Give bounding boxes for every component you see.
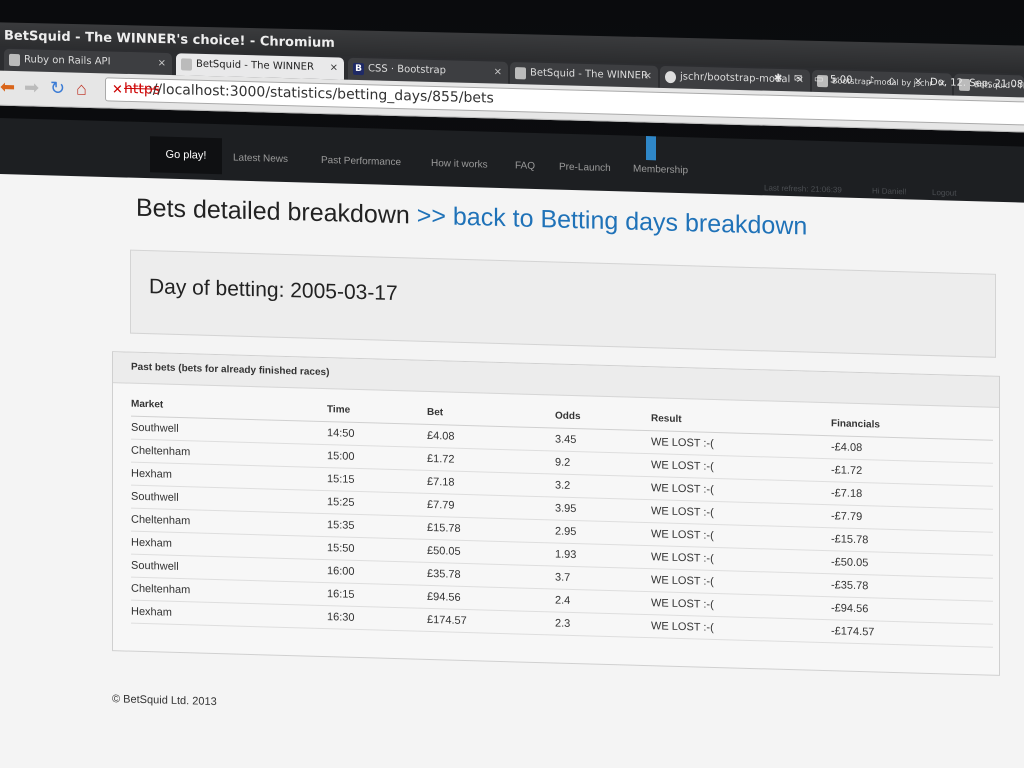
bluetooth-icon[interactable]: ✱ xyxy=(774,73,782,84)
page-title: Bets detailed breakdown >> back to Betti… xyxy=(136,194,807,242)
column-header-odds: Odds xyxy=(555,404,651,431)
tab-label: BetSquid - The WINNER xyxy=(196,58,314,73)
cell-odds: 3.45 xyxy=(555,428,651,454)
table-body: Southwell 14:50 £4.08 3.45 WE LOST :-(-£4.08… xyxy=(131,416,993,648)
cell-time: 15:00 xyxy=(327,444,427,471)
nav-pre-launch[interactable]: Pre-Launch xyxy=(559,162,611,174)
close-icon[interactable]: × xyxy=(158,53,166,75)
back-arrow-icon[interactable]: ⬅ xyxy=(0,77,15,97)
cell-odds: 3.95 xyxy=(555,497,651,523)
day-of-betting: Day of betting: 2005-03-17 xyxy=(149,275,398,306)
close-icon[interactable]: × xyxy=(494,62,502,84)
page-icon xyxy=(515,67,526,80)
mute-icon[interactable]: ✕ xyxy=(914,77,922,88)
battery-icon[interactable]: ▭ xyxy=(814,74,823,85)
home-icon[interactable]: ⌂ xyxy=(76,79,87,99)
cell-time: 15:25 xyxy=(327,490,427,517)
close-icon[interactable]: × xyxy=(644,65,652,87)
cell-financials: -£174.57 xyxy=(831,619,993,648)
cell-time: 15:15 xyxy=(327,467,427,494)
past-bets-panel: Past bets (bets for already finished rac… xyxy=(112,351,1000,676)
network-icon[interactable]: ◇ xyxy=(888,76,896,87)
nav-faq[interactable]: FAQ xyxy=(515,160,535,172)
cell-result: WE LOST :-( xyxy=(651,614,831,643)
cell-market: Hexham xyxy=(131,600,327,629)
nav-membership[interactable]: Membership xyxy=(633,164,688,177)
cell-time: 16:15 xyxy=(327,582,427,609)
volume-icon[interactable]: ♪ xyxy=(868,75,874,86)
nav-marker xyxy=(646,136,656,161)
cell-odds: 3.7 xyxy=(555,566,651,592)
logout-link[interactable]: Logout xyxy=(932,188,956,198)
tab-label: Ruby on Rails API xyxy=(24,54,111,68)
cell-odds: 2.95 xyxy=(555,520,651,546)
cell-time: 16:00 xyxy=(327,559,427,586)
greeting: Hi Daniel! xyxy=(872,186,907,197)
tab-label: BetSquid - The WINNER xyxy=(530,67,648,82)
insecure-lock-icon[interactable]: ✕ xyxy=(112,82,123,98)
column-header-time: Time xyxy=(327,398,427,425)
nav-latest-news[interactable]: Latest News xyxy=(233,153,288,166)
clock[interactable]: Do, 12. Sep, 21:08 xyxy=(930,77,1023,90)
url-text: ://localhost:3000/statistics/betting_day… xyxy=(148,81,494,107)
nav-go-play[interactable]: Go play! xyxy=(150,136,222,175)
day-well: Day of betting: 2005-03-17 xyxy=(130,249,996,358)
bootstrap-icon: B xyxy=(353,62,364,76)
cell-odds: 3.2 xyxy=(555,474,651,500)
cell-time: 16:30 xyxy=(327,605,427,632)
cell-bet: £174.57 xyxy=(427,608,555,636)
reload-icon[interactable]: ↻ xyxy=(50,78,65,98)
cell-time: 15:50 xyxy=(327,536,427,563)
close-icon[interactable]: × xyxy=(330,57,338,79)
cell-odds: 1.93 xyxy=(555,543,651,569)
cell-odds: 9.2 xyxy=(555,451,651,477)
mail-icon[interactable]: ✉ xyxy=(794,73,802,84)
column-header-bet: Bet xyxy=(427,400,555,429)
cell-odds: 2.3 xyxy=(555,612,651,638)
nav-past-performance[interactable]: Past Performance xyxy=(321,155,401,168)
cell-time: 15:35 xyxy=(327,513,427,540)
nav-how-it-works[interactable]: How it works xyxy=(431,158,488,171)
cell-odds: 2.4 xyxy=(555,589,651,615)
back-link[interactable]: >> back to Betting days breakdown xyxy=(417,202,808,241)
web-page: Go play! Latest News Past Performance Ho… xyxy=(0,118,1024,768)
tab-label: CSS · Bootstrap xyxy=(368,63,446,77)
github-icon xyxy=(665,71,676,84)
bets-table: Market Time Bet Odds Result Financials Southw… xyxy=(131,392,993,648)
footer-copyright: © BetSquid Ltd. 2013 xyxy=(112,693,217,709)
monitor-screen: BetSquid - The WINNER's choice! - Chromi… xyxy=(0,0,1024,768)
page-title-text: Bets detailed breakdown xyxy=(136,193,410,230)
page-icon xyxy=(9,53,20,67)
forward-arrow-icon[interactable]: ➡ xyxy=(24,77,39,97)
page-content: Bets detailed breakdown >> back to Betti… xyxy=(0,174,1024,768)
battery-time: 5:00 xyxy=(830,74,853,86)
page-icon xyxy=(181,58,192,71)
cell-time: 14:50 xyxy=(327,421,427,448)
last-refresh: Last refresh: 21:06:39 xyxy=(764,183,842,195)
